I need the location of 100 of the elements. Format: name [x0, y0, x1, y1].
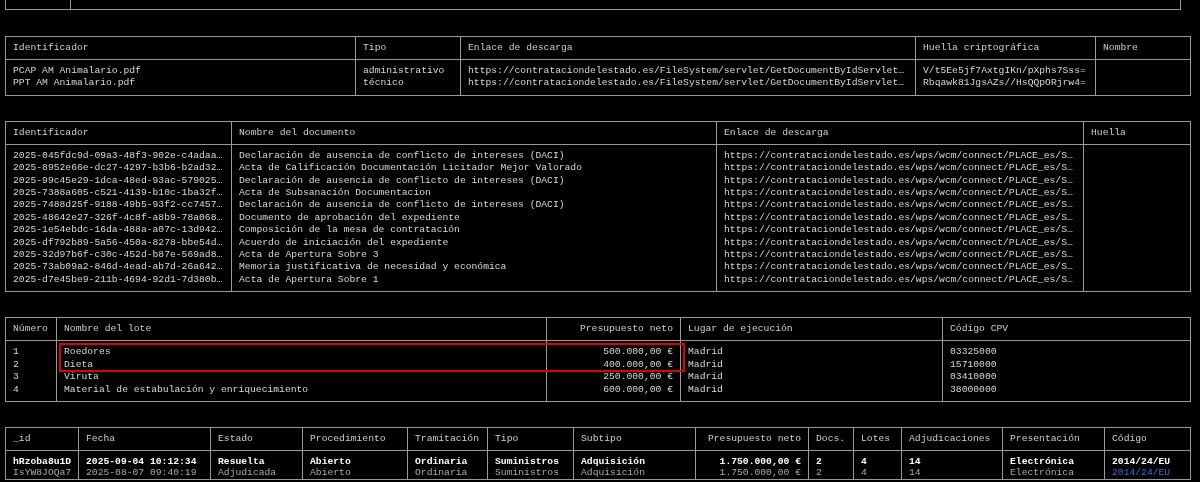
table-cell: Documento de aprobación del expediente [231, 211, 717, 225]
table-cell: Madrid [680, 371, 943, 384]
table-cell: Acta de Calificación Documentación Licitador Mejor Valorado [231, 162, 717, 175]
table-cell: 2025-7388a605-c521-4139-b10c-1ba32f… [5, 187, 232, 200]
table-cell: PPT AM Animalario.pdf [5, 77, 356, 96]
table-cell: 14 [901, 466, 1003, 480]
table-cell: Suministros [487, 450, 574, 467]
table-cell: 1.750.000,00 € [695, 450, 809, 467]
column-header: Huella criptográfica [915, 36, 1096, 60]
column-header: Fecha [78, 427, 211, 451]
table-cell: Ordinaria [407, 450, 488, 467]
table-cell: Madrid [680, 358, 943, 372]
column-header: Nombre del documento [231, 121, 717, 145]
table-cell: 250.000,00 € [546, 371, 681, 384]
table-cell: Adquisición [573, 466, 696, 480]
column-header: Huella [1083, 121, 1191, 145]
table-cell: https://contrataciondelestado.es/wps/wcm/connect/PLACE_es/S… [716, 236, 1084, 250]
table-cell: Madrid [680, 340, 943, 359]
table-cell: IsYW8JOQa7 [5, 466, 79, 480]
table-cell: Viruta [56, 371, 547, 384]
column-header: Tipo [355, 36, 461, 60]
code-link[interactable]: 2014/24/EU [1112, 455, 1171, 467]
table-cell: 03410000 [942, 371, 1191, 384]
column-header: Enlace de descarga [460, 36, 916, 60]
table-cell: 600.000,00 € [546, 383, 681, 402]
column-header: Presupuesto neto [695, 427, 809, 451]
table-cell: Declaración de ausencia de conflicto de intereses (DACI) [231, 174, 717, 188]
column-header: Presentación [1002, 427, 1105, 451]
table-cell: Composición de la mesa de contratación [231, 224, 717, 237]
table-cell: 2025-48642e27-326f-4c8f-a8b9-78a068… [5, 211, 232, 225]
table-cell: Memoria justificativa de necesidad y económica [231, 261, 717, 274]
table-cell: https://contrataciondelestado.es/wps/wcm/connect/PLACE_es/S… [716, 144, 1084, 163]
column-header: Identificador [5, 121, 232, 145]
table-cell: 2025-df792b89-5a56-450a-8278-bbe54d… [5, 236, 232, 250]
column-header: Tramitación [407, 427, 488, 451]
table-cell: Declaración de ausencia de conflicto de intereses (DACI) [231, 144, 717, 163]
table-cell: https://contrataciondelestado.es/wps/wcm/connect/PLACE_es/S… [716, 261, 1084, 274]
column-header: Estado [210, 427, 303, 451]
table-cell: 2025-32d97b6f-c30c-452d-b87e-569ad8… [5, 249, 232, 262]
table-cell: 2 [5, 358, 57, 372]
table-cell: 2025-09-04 10:12:34 [78, 450, 211, 467]
table-cell: Electrónica [1002, 466, 1105, 480]
table-cell: PCAP AM Animalario.pdf [5, 59, 356, 78]
table-cell: 2 [808, 466, 854, 480]
table-cell: V/t5Ee5jf7AxtgIKn/pXphs7Sss= [915, 59, 1096, 78]
column-header: Lotes [853, 427, 902, 451]
table-cell: 03325000 [942, 340, 1191, 359]
column-header: Tipo [487, 427, 574, 451]
table-cell: 2025-7488d25f-9188-49b5-93f2-cc7457… [5, 199, 232, 212]
column-header: Nombre del lote [56, 317, 547, 341]
column-header: Subtipo [573, 427, 696, 451]
table-cell: Material de estabulación y enriquecimiento [56, 383, 547, 402]
column-header: Número [5, 317, 57, 341]
column-header: Código CPV [942, 317, 1191, 341]
table-cell: Acuerdo de iniciación del expediente [231, 236, 717, 250]
table-cell: 2025-08-07 09:40:19 [78, 466, 211, 480]
column-header: Procedimiento [302, 427, 408, 451]
column-header: Docs. [808, 427, 854, 451]
table-cell: hRzoba8u1D [5, 450, 79, 467]
table-cell: 1.750.000,00 € [695, 466, 809, 480]
table-cell: Electrónica [1002, 450, 1105, 467]
table-cell: https://contrataciondelestado.es/wps/wcm/connect/PLACE_es/S… [716, 162, 1084, 175]
table-cell: Adquisición [573, 450, 696, 467]
column-header: Código [1104, 427, 1191, 451]
table-cell: Dieta [56, 358, 547, 372]
table-cell: Acta de Apertura Sobre 3 [231, 249, 717, 262]
table-cell: 2025-d7e45be9-211b-4694-92d1-7d380b… [5, 273, 232, 292]
table-cell: 3 [5, 371, 57, 384]
table-cell: https://contrataciondelestado.es/wps/wcm/connect/PLACE_es/S… [716, 199, 1084, 212]
table-cell: Suministros [487, 466, 574, 480]
table-cell: Ordinaria [407, 466, 488, 480]
column-header: Identificador [5, 36, 356, 60]
table-cell: 2025-8952e66e-dc27-4297-b3b6-b2ad32… [5, 162, 232, 175]
table-cell: Abierto [302, 450, 408, 467]
table-cell: https://contrataciondelestado.es/wps/wcm/connect/PLACE_es/S… [716, 211, 1084, 225]
table-cell: https://contrataciondelestado.es/wps/wcm/connect/PLACE_es/S… [716, 249, 1084, 262]
table-cell: 1 [5, 340, 57, 359]
table-cell: Acta de Apertura Sobre 1 [231, 273, 717, 292]
table-cell: https://contrataciondelestado.es/FileSystem/servlet/GetDocumentByIdServlet… [460, 77, 916, 96]
table-cell: Declaración de ausencia de conflicto de intereses (DACI) [231, 199, 717, 212]
table-cell: 15710000 [942, 358, 1191, 372]
table-cell: 2025-99c45e29-1dca-48ed-93ac-579025… [5, 174, 232, 188]
table-cell: 2025-1e54ebdc-16da-488a-a07c-13d942… [5, 224, 232, 237]
table-cell: https://contrataciondelestado.es/wps/wcm/connect/PLACE_es/S… [716, 187, 1084, 200]
table-cell: Abierto [302, 466, 408, 480]
table-cell: administrativo [355, 59, 461, 78]
table-cell: 4 [853, 466, 902, 480]
column-header: Enlace de descarga [716, 121, 1084, 145]
column-header: _id [5, 427, 79, 451]
code-link[interactable]: 2014/24/EU [1112, 466, 1171, 478]
table-cell: Madrid [680, 383, 943, 402]
table-cell: 2025-045fdc9d-09a3-48f3-902e-c4adaa… [5, 144, 232, 163]
table-cell: Resuelta [210, 450, 303, 467]
table-cell: 38000000 [942, 383, 1191, 402]
table-cell: 4 [853, 450, 902, 467]
table-cell: técnico [355, 77, 461, 96]
column-header: Lugar de ejecución [680, 317, 943, 341]
column-header: Adjudicaciones [901, 427, 1003, 451]
table-cell: 4 [5, 383, 57, 402]
table-cell: 14 [901, 450, 1003, 467]
